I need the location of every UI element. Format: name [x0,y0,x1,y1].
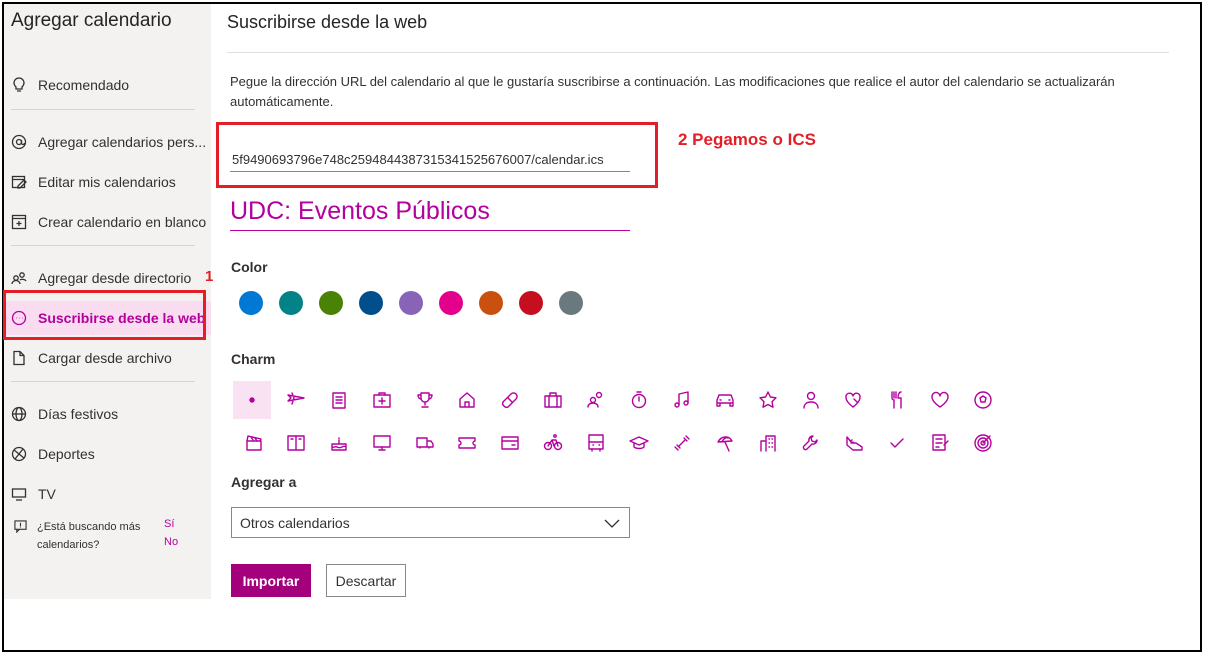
charm-car-icon[interactable] [711,386,739,414]
charm-dumbbell-icon[interactable] [668,429,696,457]
charm-trophy-icon[interactable] [411,386,439,414]
import-button[interactable]: Importar [231,564,311,597]
sidebar-item-label: Días festivos [38,406,119,422]
charm-book-icon[interactable] [282,429,310,457]
charm-timer-icon[interactable] [625,386,653,414]
sidebar-item-label: Editar mis calendarios [38,174,176,190]
charm-person-icon[interactable] [797,386,825,414]
help-yes-link[interactable]: Sí [164,518,174,530]
sidebar-item-label: Crear calendario en blanco [38,214,207,230]
divider [227,52,1169,53]
url-input[interactable] [230,148,630,172]
charm-truck-icon[interactable] [411,429,439,457]
help-question: ¿Está buscando más calendarios? [37,521,141,551]
discard-button[interactable]: Descartar [326,564,406,597]
sidebar-item-upload-file[interactable]: Cargar desde archivo [4,341,211,375]
color-label: Color [231,259,268,275]
charm-form-icon[interactable] [926,429,954,457]
color-swatch[interactable] [479,291,503,315]
charm-wrench-icon[interactable] [797,429,825,457]
globe-icon [10,405,28,423]
charm-label: Charm [231,351,276,367]
charm-target-icon[interactable] [969,429,997,457]
sidebar-item-recommended[interactable]: Recomendado [4,68,211,102]
charm-cake-icon[interactable] [325,429,353,457]
lightbulb-icon [10,76,28,94]
charm-check-icon[interactable] [883,429,911,457]
divider [11,381,195,382]
color-swatch[interactable] [439,291,463,315]
add-to-label: Agregar a [231,474,297,490]
color-swatch[interactable] [359,291,383,315]
at-sign-icon [10,133,28,151]
charm-soccer-icon[interactable] [969,386,997,414]
color-swatch[interactable] [519,291,543,315]
sidebar-item-holidays[interactable]: Días festivos [4,397,211,431]
charm-graduation-icon[interactable] [625,429,653,457]
divider [11,109,195,110]
sidebar-item-label: Agregar calendarios pers... [38,134,207,150]
add-calendar-icon [10,213,28,231]
description-text: Pegue la dirección URL del calendario al… [230,74,1115,109]
divider [11,245,195,246]
charm-building-icon[interactable] [754,429,782,457]
main-panel: Suscribirse desde la web Pegue la direcc… [211,4,1201,644]
sidebar-item-label: Cargar desde archivo [38,350,172,366]
sidebar-title: Agregar calendario [11,10,172,31]
charm-star-icon[interactable] [754,386,782,414]
add-to-select[interactable]: Otros calendarios [231,507,630,538]
charm-ticket-icon[interactable] [453,429,481,457]
sidebar-item-label: Recomendado [38,77,130,93]
charm-card-icon[interactable] [496,429,524,457]
charm-shoe-icon[interactable] [840,429,868,457]
charm-bike-icon[interactable] [539,429,567,457]
charm-bus-icon[interactable] [582,429,610,457]
charm-briefcase-icon[interactable] [539,386,567,414]
charm-people-icon[interactable] [582,386,610,414]
sidebar-item-create-blank[interactable]: Crear calendario en blanco [4,205,211,239]
charm-clipboard-icon[interactable] [325,386,353,414]
annotation-step-2: 2 Pegamos o ICS [678,130,816,149]
charm-first-aid-icon[interactable] [368,386,396,414]
help-no-link[interactable]: No [164,536,178,548]
edit-calendar-icon [10,173,28,191]
page-title: Suscribirse desde la web [227,12,428,32]
charm-clapper-icon[interactable] [240,429,268,457]
charm-music-icon[interactable] [668,386,696,414]
charm-utensils-icon[interactable] [883,386,911,414]
sidebar-item-edit-calendars[interactable]: Editar mis calendarios [4,165,211,199]
chevron-down-icon [603,514,621,535]
sidebar-item-label: TV [38,486,56,502]
calendar-name-input[interactable]: UDC: Eventos Públicos [230,197,630,231]
feedback-icon [14,520,27,536]
color-swatch[interactable] [399,291,423,315]
people-icon [10,269,28,287]
charm-hearts-icon[interactable] [840,386,868,414]
color-swatch[interactable] [559,291,583,315]
sidebar-item-label: Agregar desde directorio [38,270,192,286]
tv-icon [10,485,28,503]
color-swatch[interactable] [319,291,343,315]
charm-heart-icon[interactable] [926,386,954,414]
charm-beach-icon[interactable] [711,429,739,457]
charm-airplane-icon[interactable] [282,386,310,414]
charm-pill-icon[interactable] [496,386,524,414]
ball-icon [10,445,28,463]
charm-home-icon[interactable] [453,386,481,414]
sidebar-item-sports[interactable]: Deportes [4,437,211,471]
color-swatch[interactable] [279,291,303,315]
add-to-value: Otros calendarios [240,514,350,531]
annotation-highlight-nav [3,290,206,340]
charm-dot-icon[interactable] [233,381,271,419]
sidebar-item-tv[interactable]: TV [4,477,211,511]
sidebar-item-add-personal[interactable]: Agregar calendarios pers... [4,125,211,159]
sidebar-item-label: Deportes [38,446,95,462]
color-swatch[interactable] [239,291,263,315]
file-icon [10,349,28,367]
charm-monitor-icon[interactable] [368,429,396,457]
